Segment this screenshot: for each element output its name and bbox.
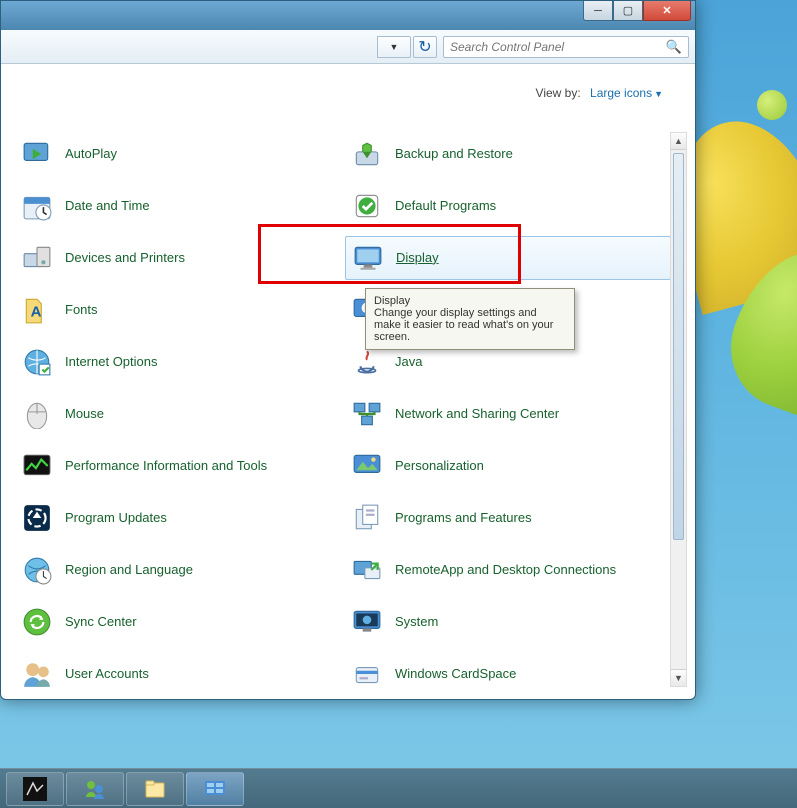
item-label: Default Programs xyxy=(395,198,496,214)
close-button[interactable]: ✕ xyxy=(643,1,691,21)
minimize-button[interactable]: ─ xyxy=(583,1,613,21)
control-panel-item[interactable]: Default Programs xyxy=(345,184,671,228)
control-panel-item[interactable]: Devices and Printers xyxy=(15,236,341,280)
item-label: User Accounts xyxy=(65,666,149,682)
control-panel-item[interactable]: Performance Information and Tools xyxy=(15,444,341,488)
item-label: Programs and Features xyxy=(395,510,532,526)
item-label: Internet Options xyxy=(65,354,158,370)
window-titlebar[interactable]: ─ ▢ ✕ xyxy=(0,0,696,30)
control-panel-window: ▼ ↻ 🔍 View by: Large icons▼ AutoPlayBack… xyxy=(0,0,696,700)
datetime-icon xyxy=(19,188,55,224)
control-panel-item[interactable]: Date and Time xyxy=(15,184,341,228)
internet-options-icon xyxy=(19,344,55,380)
taskbar xyxy=(0,768,797,808)
default-programs-icon xyxy=(349,188,385,224)
vertical-scrollbar[interactable]: ▲ ▼ xyxy=(670,132,687,687)
cardspace-icon xyxy=(349,656,385,689)
tooltip-title: Display xyxy=(374,295,566,307)
taskbar-item-users[interactable] xyxy=(66,772,124,806)
mouse-icon xyxy=(19,396,55,432)
control-panel-item[interactable]: Network and Sharing Center xyxy=(345,392,671,436)
view-by-selector: View by: Large icons▼ xyxy=(536,86,663,100)
control-panel-item[interactable]: Personalization xyxy=(345,444,671,488)
taskbar-item-app1[interactable] xyxy=(6,772,64,806)
scrollbar-thumb[interactable] xyxy=(673,153,684,540)
scroll-up-button[interactable]: ▲ xyxy=(671,133,686,150)
backup-icon xyxy=(349,136,385,172)
tooltip-body: Change your display settings and make it… xyxy=(374,307,553,343)
control-panel-item[interactable]: User Accounts xyxy=(15,652,341,689)
search-box[interactable]: 🔍 xyxy=(443,36,689,58)
item-label: Mouse xyxy=(65,406,104,422)
item-label: Display xyxy=(396,250,439,266)
control-panel-item[interactable]: Sync Center xyxy=(15,600,341,644)
search-input[interactable] xyxy=(450,40,666,54)
control-panel-item[interactable]: Fonts xyxy=(15,288,341,332)
updates-icon xyxy=(19,500,55,536)
control-panel-item[interactable]: Region and Language xyxy=(15,548,341,592)
item-label: Program Updates xyxy=(65,510,167,526)
items-scroll-area: AutoPlay Backup and Restore Date and Time D… xyxy=(15,132,671,689)
system-icon xyxy=(349,604,385,640)
item-label: AutoPlay xyxy=(65,146,117,162)
item-label: Region and Language xyxy=(65,562,193,578)
control-panel-item[interactable]: System xyxy=(345,600,671,644)
devices-icon xyxy=(19,240,55,276)
user-switch-icon xyxy=(83,777,107,801)
display-icon xyxy=(350,240,386,276)
item-label: Backup and Restore xyxy=(395,146,513,162)
scroll-down-button[interactable]: ▼ xyxy=(671,669,686,686)
chevron-down-icon: ▼ xyxy=(390,42,399,52)
item-label: Date and Time xyxy=(65,198,150,214)
view-by-value[interactable]: Large icons xyxy=(590,86,652,100)
taskbar-item-explorer[interactable] xyxy=(126,772,184,806)
item-label: Devices and Printers xyxy=(65,250,185,266)
item-label: Windows CardSpace xyxy=(395,666,516,682)
item-label: Java xyxy=(395,354,422,370)
control-panel-item[interactable]: Windows CardSpace xyxy=(345,652,671,689)
view-by-label: View by: xyxy=(536,86,581,100)
control-panel-item[interactable]: Internet Options xyxy=(15,340,341,384)
item-label: Network and Sharing Center xyxy=(395,406,559,422)
control-panel-item[interactable]: Mouse xyxy=(15,392,341,436)
taskbar-item-control-panel[interactable] xyxy=(186,772,244,806)
tooltip: Display Change your display settings and… xyxy=(365,288,575,350)
fonts-icon xyxy=(19,292,55,328)
control-panel-item[interactable]: Display xyxy=(345,236,671,280)
control-panel-item[interactable]: AutoPlay xyxy=(15,132,341,176)
chevron-down-icon: ▼ xyxy=(654,89,663,99)
maximize-button[interactable]: ▢ xyxy=(613,1,643,21)
address-toolbar: ▼ ↻ 🔍 xyxy=(1,30,695,64)
item-label: Fonts xyxy=(65,302,98,318)
item-label: Performance Information and Tools xyxy=(65,458,267,474)
breadcrumb-dropdown[interactable]: ▼ xyxy=(377,36,411,58)
app-shenhu-icon xyxy=(23,777,47,801)
personalization-icon xyxy=(349,448,385,484)
item-label: Personalization xyxy=(395,458,484,474)
network-icon xyxy=(349,396,385,432)
control-panel-icon xyxy=(203,777,227,801)
content-pane: View by: Large icons▼ AutoPlayBackup and… xyxy=(5,64,691,695)
sync-icon xyxy=(19,604,55,640)
control-panel-item[interactable]: Programs and Features xyxy=(345,496,671,540)
remoteapp-icon xyxy=(349,552,385,588)
users-icon xyxy=(19,656,55,689)
search-icon: 🔍 xyxy=(666,39,682,55)
control-panel-item[interactable]: Program Updates xyxy=(15,496,341,540)
control-panel-item[interactable]: RemoteApp and Desktop Connections xyxy=(345,548,671,592)
item-label: Sync Center xyxy=(65,614,137,630)
autoplay-icon xyxy=(19,136,55,172)
performance-icon xyxy=(19,448,55,484)
explorer-icon xyxy=(143,777,167,801)
refresh-icon: ↻ xyxy=(418,37,431,57)
item-label: RemoteApp and Desktop Connections xyxy=(395,562,616,578)
item-label: System xyxy=(395,614,438,630)
refresh-button[interactable]: ↻ xyxy=(413,36,437,58)
control-panel-item[interactable]: Backup and Restore xyxy=(345,132,671,176)
region-icon xyxy=(19,552,55,588)
programs-icon xyxy=(349,500,385,536)
